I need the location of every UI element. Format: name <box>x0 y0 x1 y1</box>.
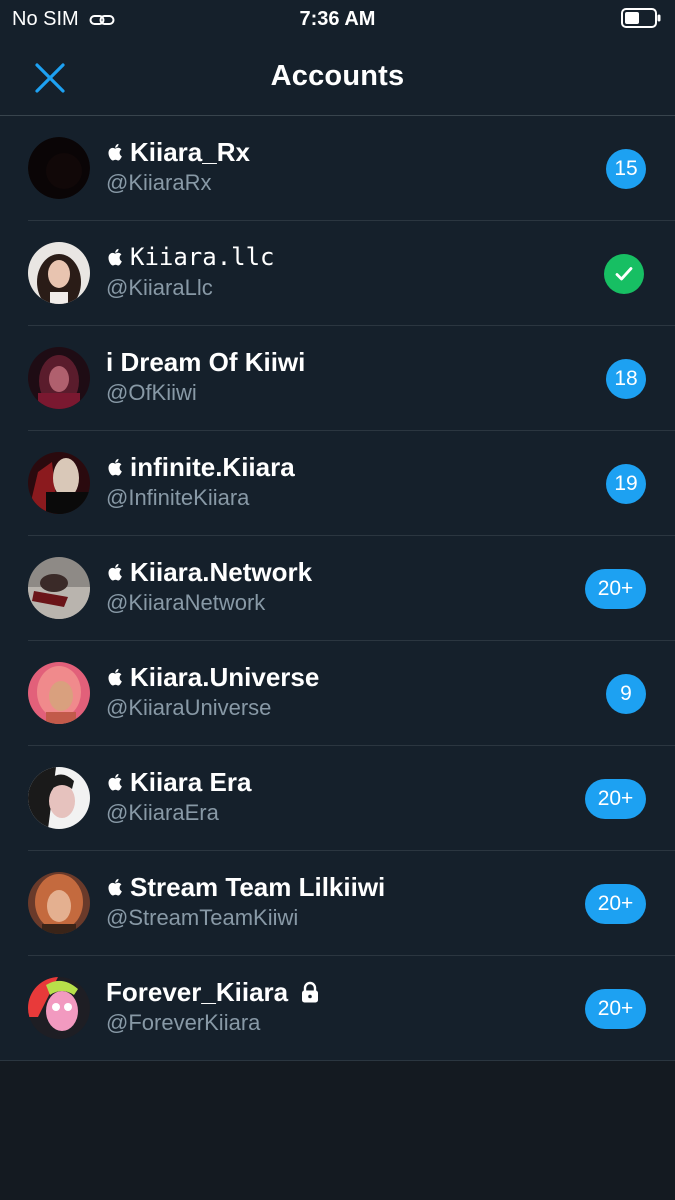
apple-icon <box>108 668 122 686</box>
account-names: Kiiara.Universe @KiiaraUniverse <box>106 661 555 723</box>
account-name: i Dream Of Kiiwi <box>106 346 555 378</box>
account-name: Stream Team Lilkiiwi <box>106 871 555 903</box>
account-name: Kiiara Era <box>106 766 555 798</box>
status-bar: No SIM 7:36 AM <box>0 0 675 40</box>
notification-count-badge: 18 <box>606 359 646 399</box>
accounts-screen: No SIM 7:36 AM Accounts Kiiara_Rx @Kiiar… <box>0 0 675 1200</box>
account-names: Kiiara_Rx @KiiaraRx <box>106 136 555 198</box>
apple-icon <box>108 143 122 161</box>
account-handle: @KiiaraNetwork <box>106 590 266 615</box>
account-name-text: Kiiara.Universe <box>130 662 320 692</box>
account-handle: @OfKiiwi <box>106 380 197 405</box>
account-handle: @KiiaraRx <box>106 170 212 195</box>
apple-icon <box>108 248 122 266</box>
account-row[interactable]: Stream Team Lilkiiwi @StreamTeamKiiwi 20… <box>0 851 675 956</box>
account-handle: @StreamTeamKiiwi <box>106 905 299 930</box>
checkmark-icon <box>615 267 633 281</box>
account-names: Kiiara.Network @KiiaraNetwork <box>106 556 555 618</box>
apple-icon <box>108 878 122 896</box>
account-row[interactable]: Kiiara Era @KiiaraEra 20+ <box>0 746 675 851</box>
apple-icon <box>108 458 122 476</box>
apple-icon <box>108 563 122 581</box>
notification-count-badge: 20+ <box>585 989 646 1029</box>
notification-count-badge: 20+ <box>585 569 646 609</box>
account-names: Forever_Kiiara @ForeverKiiara <box>106 976 555 1038</box>
page-title: Accounts <box>270 60 405 92</box>
account-handle: @ForeverKiiara <box>106 1010 261 1035</box>
account-row[interactable]: Kiiara.Universe @KiiaraUniverse 9 <box>0 641 675 746</box>
status-time: 7:36 AM <box>299 8 376 30</box>
account-name-text: Kiiara_Rx <box>130 137 250 167</box>
account-names: i Dream Of Kiiwi @OfKiiwi <box>106 346 555 408</box>
account-row[interactable]: Forever_Kiiara @ForeverKiiara 20+ <box>0 956 675 1061</box>
lock-icon <box>302 981 319 1003</box>
avatar <box>28 662 90 724</box>
avatar <box>28 872 90 934</box>
account-name-text: Kiiara.Network <box>130 557 313 587</box>
notification-count-badge: 9 <box>606 674 646 714</box>
account-name: Kiiara.Universe <box>106 661 555 693</box>
account-name: Kiiara.Network <box>106 556 555 588</box>
account-name-text: Forever_Kiiara <box>106 977 289 1007</box>
account-names: Stream Team Lilkiiwi @StreamTeamKiiwi <box>106 871 555 933</box>
notification-count-badge: 15 <box>606 149 646 189</box>
notification-count-badge: 19 <box>606 464 646 504</box>
avatar <box>28 242 90 304</box>
avatar <box>28 347 90 409</box>
account-name-text: Kiiara Era <box>130 767 252 797</box>
notification-count-badge: 20+ <box>585 779 646 819</box>
apple-icon <box>108 773 122 791</box>
account-handle: @InfiniteKiiara <box>106 485 250 510</box>
active-account-badge <box>604 254 644 294</box>
account-handle: @KiiaraEra <box>106 800 219 825</box>
account-name-text: i Dream Of Kiiwi <box>106 347 306 377</box>
avatar <box>28 557 90 619</box>
account-row[interactable]: infinite.Kiiara @InfiniteKiiara 19 <box>0 431 675 536</box>
avatar <box>28 977 90 1039</box>
account-name-text: infinite.Kiiara <box>130 452 295 482</box>
account-handle: @KiiaraLlc <box>106 275 213 300</box>
avatar <box>28 452 90 514</box>
notification-count-badge: 20+ <box>585 884 646 924</box>
account-names: Kiiara Era @KiiaraEra <box>106 766 555 828</box>
account-row[interactable]: Kiiara.llc @KiiaraLlc <box>0 221 675 326</box>
avatar <box>28 767 90 829</box>
accounts-list: Kiiara_Rx @KiiaraRx 15 Kiiara.llc @Kiiar… <box>0 116 675 1061</box>
nav-header: Accounts <box>0 40 675 116</box>
account-handle: @KiiaraUniverse <box>106 695 272 720</box>
account-name: infinite.Kiiara <box>106 451 555 483</box>
battery-icon <box>621 8 661 28</box>
account-name: Forever_Kiiara <box>106 976 555 1008</box>
avatar <box>28 137 90 199</box>
account-row[interactable]: i Dream Of Kiiwi @OfKiiwi 18 <box>0 326 675 431</box>
account-row[interactable]: Kiiara.Network @KiiaraNetwork 20+ <box>0 536 675 641</box>
account-names: infinite.Kiiara @InfiniteKiiara <box>106 451 555 513</box>
account-row[interactable]: Kiiara_Rx @KiiaraRx 15 <box>0 116 675 221</box>
account-name-text: Kiiara.llc <box>130 243 275 271</box>
empty-area <box>0 1063 675 1200</box>
account-name-text: Stream Team Lilkiiwi <box>130 872 386 902</box>
account-names: Kiiara.llc @KiiaraLlc <box>106 241 555 303</box>
account-name: Kiiara_Rx <box>106 136 555 168</box>
account-name: Kiiara.llc <box>106 241 555 273</box>
